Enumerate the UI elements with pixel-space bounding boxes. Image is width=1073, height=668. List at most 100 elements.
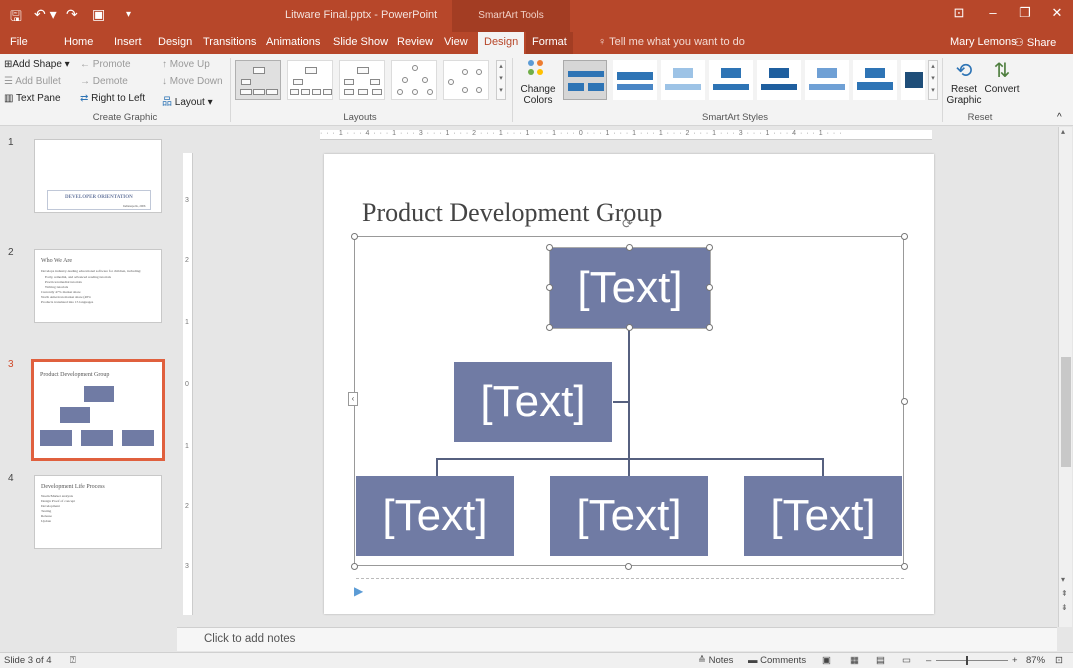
restore-icon[interactable]: ❐ [1010, 5, 1040, 21]
layout-thumbnail[interactable] [443, 60, 489, 100]
resize-handle[interactable] [625, 563, 632, 570]
styles-gallery-scroll[interactable]: ▴ ▾ ▾ [928, 60, 938, 100]
add-shape-button[interactable]: ⊞Add Shape ▾ [4, 59, 70, 70]
notes-placeholder[interactable]: Click to add notes [204, 633, 295, 645]
slide-show-icon[interactable]: ▭ [902, 655, 911, 666]
tab-slide-show[interactable]: Slide Show [333, 36, 388, 48]
resize-handle[interactable] [351, 563, 358, 570]
resize-handle[interactable] [706, 324, 713, 331]
smartart-style-thumbnail[interactable] [709, 60, 753, 100]
resize-handle[interactable] [546, 324, 553, 331]
layout-button[interactable]: 品 Layout ▾ [162, 93, 213, 108]
smartart-style-thumbnail[interactable] [613, 60, 657, 100]
rotate-handle-icon[interactable]: ⟳ [622, 216, 633, 232]
resize-handle[interactable] [626, 244, 633, 251]
smartart-style-thumbnail[interactable] [757, 60, 801, 100]
layout-thumbnail[interactable] [235, 60, 281, 100]
smartart-style-thumbnail[interactable] [901, 60, 925, 100]
reset-graphic-button[interactable]: ⟲ Reset Graphic [946, 58, 982, 106]
tab-smartart-design[interactable]: Design [478, 32, 525, 54]
next-slide-icon[interactable]: ⇟ [1061, 603, 1068, 612]
move-down-button[interactable]: ↓ Move Down [162, 76, 223, 87]
smartart-style-thumbnail[interactable] [563, 60, 607, 100]
normal-view-icon[interactable]: ▣ [822, 655, 831, 666]
slide-thumbnail-4[interactable]: Development Life Process Needs/Market an… [34, 475, 162, 549]
layouts-gallery-scroll[interactable]: ▴ ▾ ▾ [496, 60, 506, 100]
redo-icon[interactable]: ↷ [66, 6, 78, 23]
slide-thumbnail-2[interactable]: Who We Are Develops industry-leading edu… [34, 249, 162, 323]
vertical-scrollbar[interactable]: ▴ ▾ ⇞ ⇟ [1058, 127, 1072, 627]
layout-thumbnail[interactable] [391, 60, 437, 100]
scroll-up-icon[interactable]: ▴ [1061, 127, 1065, 136]
expand-text-pane-button[interactable]: ‹ [348, 392, 358, 406]
zoom-out-button[interactable]: – [926, 655, 931, 666]
tab-transitions[interactable]: Transitions [203, 36, 256, 48]
right-to-left-button[interactable]: ⇄ Right to Left [80, 93, 145, 104]
layout-thumbnail[interactable] [339, 60, 385, 100]
resize-handle[interactable] [546, 284, 553, 291]
zoom-slider-thumb[interactable] [966, 656, 968, 665]
slide-title[interactable]: Product Development Group [362, 198, 662, 228]
tab-animations[interactable]: Animations [266, 36, 320, 48]
resize-handle[interactable] [351, 233, 358, 240]
resize-handle[interactable] [901, 233, 908, 240]
tab-review[interactable]: Review [397, 36, 433, 48]
zoom-slider[interactable] [936, 656, 1008, 665]
undo-icon[interactable]: ↶ ▾ [34, 6, 57, 23]
change-colors-button[interactable]: Change Colors [518, 58, 558, 106]
tab-design[interactable]: Design [158, 36, 192, 48]
save-icon[interactable]: 🖫 [10, 6, 22, 30]
resize-handle[interactable] [901, 563, 908, 570]
slide-sorter-icon[interactable]: ▦ [850, 655, 859, 666]
minimize-icon[interactable]: – [978, 5, 1008, 20]
comments-toggle[interactable]: ▬ Comments [748, 655, 806, 666]
smartart-style-thumbnail[interactable] [805, 60, 849, 100]
share-button[interactable]: ⚇ Share [1014, 36, 1056, 49]
reading-view-icon[interactable]: ▤ [876, 655, 885, 666]
start-from-beginning-icon[interactable]: ▣ [92, 6, 105, 23]
notes-toggle[interactable]: ≙ Notes [698, 655, 733, 666]
tab-view[interactable]: View [444, 36, 468, 48]
previous-slide-icon[interactable]: ⇞ [1061, 589, 1068, 598]
add-bullet-button[interactable]: ☰ Add Bullet [4, 76, 61, 87]
resize-handle[interactable] [706, 284, 713, 291]
slide-canvas[interactable]: Product Development Group ‹ ⟳ ▶ [Text] [… [324, 154, 934, 614]
promote-button[interactable]: ← Promote [80, 59, 131, 70]
smartart-assistant-box[interactable]: [Text] [454, 362, 612, 442]
demote-button[interactable]: → Demote [80, 76, 128, 87]
move-up-button[interactable]: ↑ Move Up [162, 59, 210, 70]
layout-thumbnail[interactable] [287, 60, 333, 100]
fit-to-window-icon[interactable]: ⊡ [1055, 655, 1063, 666]
smartart-style-thumbnail[interactable] [661, 60, 705, 100]
text-pane-button[interactable]: ▥ Text Pane [4, 93, 61, 104]
convert-button[interactable]: ⇅ Convert [982, 58, 1022, 95]
resize-handle[interactable] [706, 244, 713, 251]
resize-handle[interactable] [901, 398, 908, 405]
notes-pane[interactable]: Click to add notes [177, 627, 1057, 651]
scroll-thumb[interactable] [1061, 357, 1071, 467]
slide-thumbnail-1[interactable]: DEVELOPER ORIENTATION Indianapolis, 2006 [34, 139, 162, 213]
close-icon[interactable]: ✕ [1042, 5, 1072, 21]
user-name[interactable]: Mary Lemons [950, 36, 1017, 48]
smartart-child-box-2[interactable]: [Text] [550, 476, 708, 556]
tab-insert[interactable]: Insert [114, 36, 142, 48]
spell-check-icon[interactable]: ⍰ [70, 655, 76, 666]
ribbon-display-options-icon[interactable]: ⊡ [944, 5, 974, 21]
resize-handle[interactable] [546, 244, 553, 251]
zoom-level[interactable]: 87% [1026, 655, 1045, 666]
collapse-ribbon-icon[interactable]: ^ [1057, 112, 1062, 123]
tab-home[interactable]: Home [64, 36, 93, 48]
zoom-in-button[interactable]: + [1012, 655, 1018, 666]
smartart-top-box[interactable]: [Text] [549, 247, 711, 329]
tell-me-search[interactable]: ♀ Tell me what you want to do [598, 36, 745, 48]
scroll-down-icon[interactable]: ▾ [1061, 575, 1065, 584]
tab-file[interactable]: File [10, 36, 28, 48]
slide-thumbnail-3[interactable]: Product Development Group [31, 359, 165, 461]
resize-handle[interactable] [626, 324, 633, 331]
smartart-child-box-1[interactable]: [Text] [356, 476, 514, 556]
customize-qat-icon[interactable]: ▾ [126, 9, 131, 20]
title-bar: 🖫 ↶ ▾ ↷ ▣ ▾ Litware Final.pptx - PowerPo… [0, 0, 1073, 32]
tab-smartart-format[interactable]: Format [526, 32, 573, 54]
smartart-child-box-3[interactable]: [Text] [744, 476, 902, 556]
smartart-style-thumbnail[interactable] [853, 60, 897, 100]
